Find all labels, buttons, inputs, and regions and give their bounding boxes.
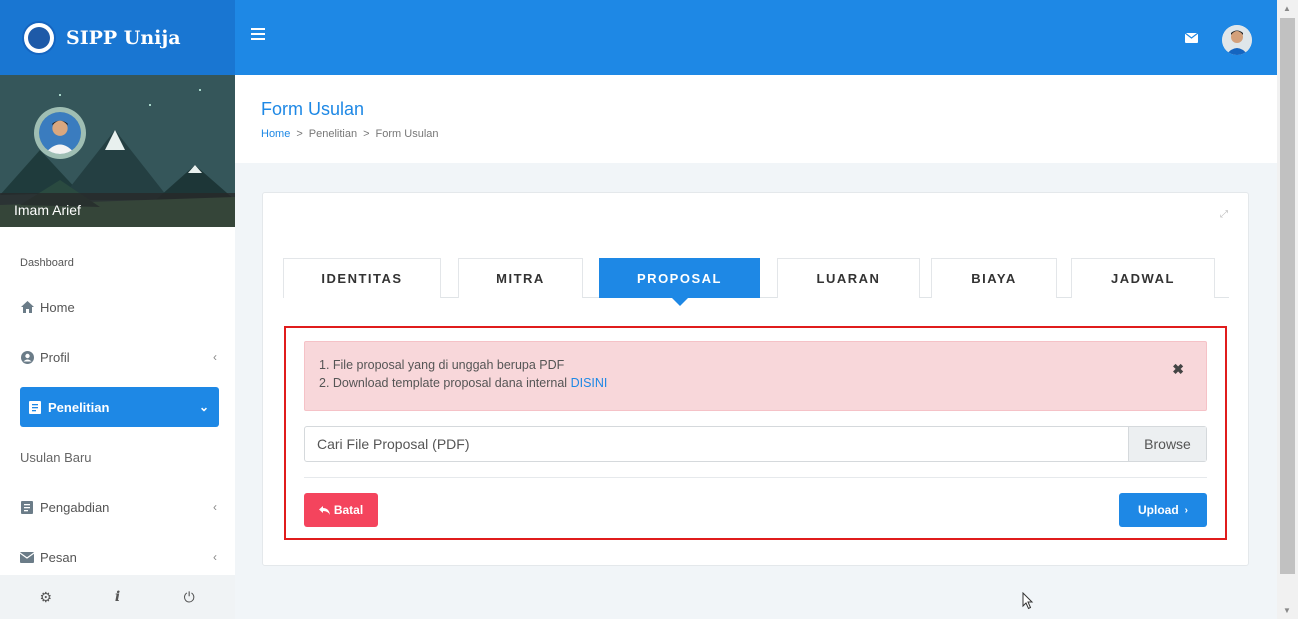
alert-line-1: 1. File proposal yang di unggah berupa P… xyxy=(319,358,565,372)
sidebar-item-pesan[interactable]: Pesan ‹ xyxy=(0,537,235,577)
file-input-placeholder: Cari File Proposal (PDF) xyxy=(317,436,470,452)
tab-jadwal[interactable]: JADWAL xyxy=(1071,258,1215,298)
cancel-button[interactable]: Batal xyxy=(304,493,378,527)
sidebar-item-usulan-baru[interactable]: Usulan Baru xyxy=(0,437,235,477)
proposal-file-input[interactable]: Cari File Proposal (PDF) Browse xyxy=(304,426,1207,462)
home-icon xyxy=(20,301,34,313)
upload-button[interactable]: Upload › xyxy=(1119,493,1207,527)
sidebar: SIPP Unija Imam Arief Dashboard Home Pro… xyxy=(0,0,235,619)
sidebar-footer: ⚙ i ⏻ xyxy=(0,575,235,619)
undo-icon xyxy=(318,505,330,515)
brand-name: SIPP Unija xyxy=(66,26,181,49)
tab-luaran[interactable]: LUARAN xyxy=(777,258,920,298)
tab-identitas[interactable]: IDENTITAS xyxy=(283,258,441,298)
sidebar-item-label: Home xyxy=(40,299,75,315)
breadcrumb-separator-icon: > xyxy=(296,128,303,140)
breadcrumb-penelitian[interactable]: Penelitian xyxy=(309,128,357,140)
sidebar-item-label: Pengabdian xyxy=(40,499,110,515)
tab-bar: IDENTITAS MITRA PROPOSAL LUARAN BIAYA JA… xyxy=(283,258,1229,306)
chevron-left-icon: ‹ xyxy=(213,500,217,514)
template-download-link[interactable]: DISINI xyxy=(571,376,608,390)
upload-button-label: Upload xyxy=(1137,503,1179,517)
page-title: Form Usulan xyxy=(261,99,365,119)
sidebar-item-label: Profil xyxy=(40,349,70,365)
mail-icon[interactable] xyxy=(1185,33,1198,43)
document-icon xyxy=(28,400,42,414)
user-avatar[interactable] xyxy=(1222,25,1252,55)
hamburger-menu-icon[interactable] xyxy=(251,28,265,43)
sidebar-item-label: Usulan Baru xyxy=(20,449,92,465)
tab-proposal[interactable]: PROPOSAL xyxy=(599,258,760,306)
brand[interactable]: SIPP Unija xyxy=(0,0,235,75)
topbar xyxy=(235,0,1277,75)
chevron-down-icon: ⌄ xyxy=(198,400,209,414)
chevron-left-icon: ‹ xyxy=(213,350,217,364)
sidebar-menu: Dashboard Home Profil ‹ Penelitian ⌄ Usu… xyxy=(0,227,235,577)
breadcrumb-current: Form Usulan xyxy=(375,128,439,140)
menu-header: Dashboard xyxy=(20,257,74,269)
chevron-right-icon: › xyxy=(1184,504,1188,516)
info-alert: 1. File proposal yang di unggah berupa P… xyxy=(304,341,1207,411)
breadcrumb-separator-icon: > xyxy=(363,128,370,140)
sidebar-item-pengabdian[interactable]: Pengabdian ‹ xyxy=(0,487,235,527)
profile-panel: Imam Arief xyxy=(0,75,235,227)
tab-mitra[interactable]: MITRA xyxy=(458,258,583,298)
cancel-button-label: Batal xyxy=(333,503,364,517)
profile-avatar[interactable] xyxy=(34,107,86,159)
scroll-down-arrow-icon[interactable]: ▼ xyxy=(1283,606,1291,615)
breadcrumb: Home > Penelitian > Form Usulan xyxy=(261,128,439,140)
user-circle-icon xyxy=(20,350,34,364)
expand-icon[interactable]: ⤢ xyxy=(1220,209,1228,220)
sidebar-item-profil[interactable]: Profil ‹ xyxy=(0,337,235,377)
scrollbar-thumb[interactable] xyxy=(1280,18,1295,574)
document-icon xyxy=(20,500,34,514)
alert-line-2-text: 2. Download template proposal dana inter… xyxy=(319,376,571,390)
user-name[interactable]: Imam Arief xyxy=(0,193,235,227)
scroll-up-arrow-icon[interactable]: ▲ xyxy=(1283,4,1291,13)
sidebar-item-penelitian[interactable]: Penelitian ⌄ xyxy=(20,387,219,427)
scrollbar[interactable]: ▲ ▼ xyxy=(1277,0,1298,619)
breadcrumb-home[interactable]: Home xyxy=(261,128,290,140)
divider xyxy=(304,477,1207,478)
sidebar-item-label: Penelitian xyxy=(48,399,110,415)
browse-button[interactable]: Browse xyxy=(1128,427,1206,461)
mouse-cursor-icon xyxy=(1022,592,1034,610)
info-icon[interactable]: i xyxy=(87,589,147,605)
sidebar-item-home[interactable]: Home xyxy=(0,287,235,327)
sidebar-item-label: Pesan xyxy=(40,549,77,565)
university-logo-icon xyxy=(22,20,56,55)
tab-biaya[interactable]: BIAYA xyxy=(931,258,1057,298)
alert-line-2: 2. Download template proposal dana inter… xyxy=(319,374,1192,392)
close-icon[interactable]: ✖ xyxy=(1172,360,1184,378)
chevron-left-icon: ‹ xyxy=(213,550,217,564)
power-icon[interactable]: ⏻ xyxy=(159,589,219,606)
page-header: Form Usulan Home > Penelitian > Form Usulan xyxy=(235,75,1277,163)
mail-icon xyxy=(20,551,34,563)
settings-icon[interactable]: ⚙ xyxy=(16,589,76,606)
